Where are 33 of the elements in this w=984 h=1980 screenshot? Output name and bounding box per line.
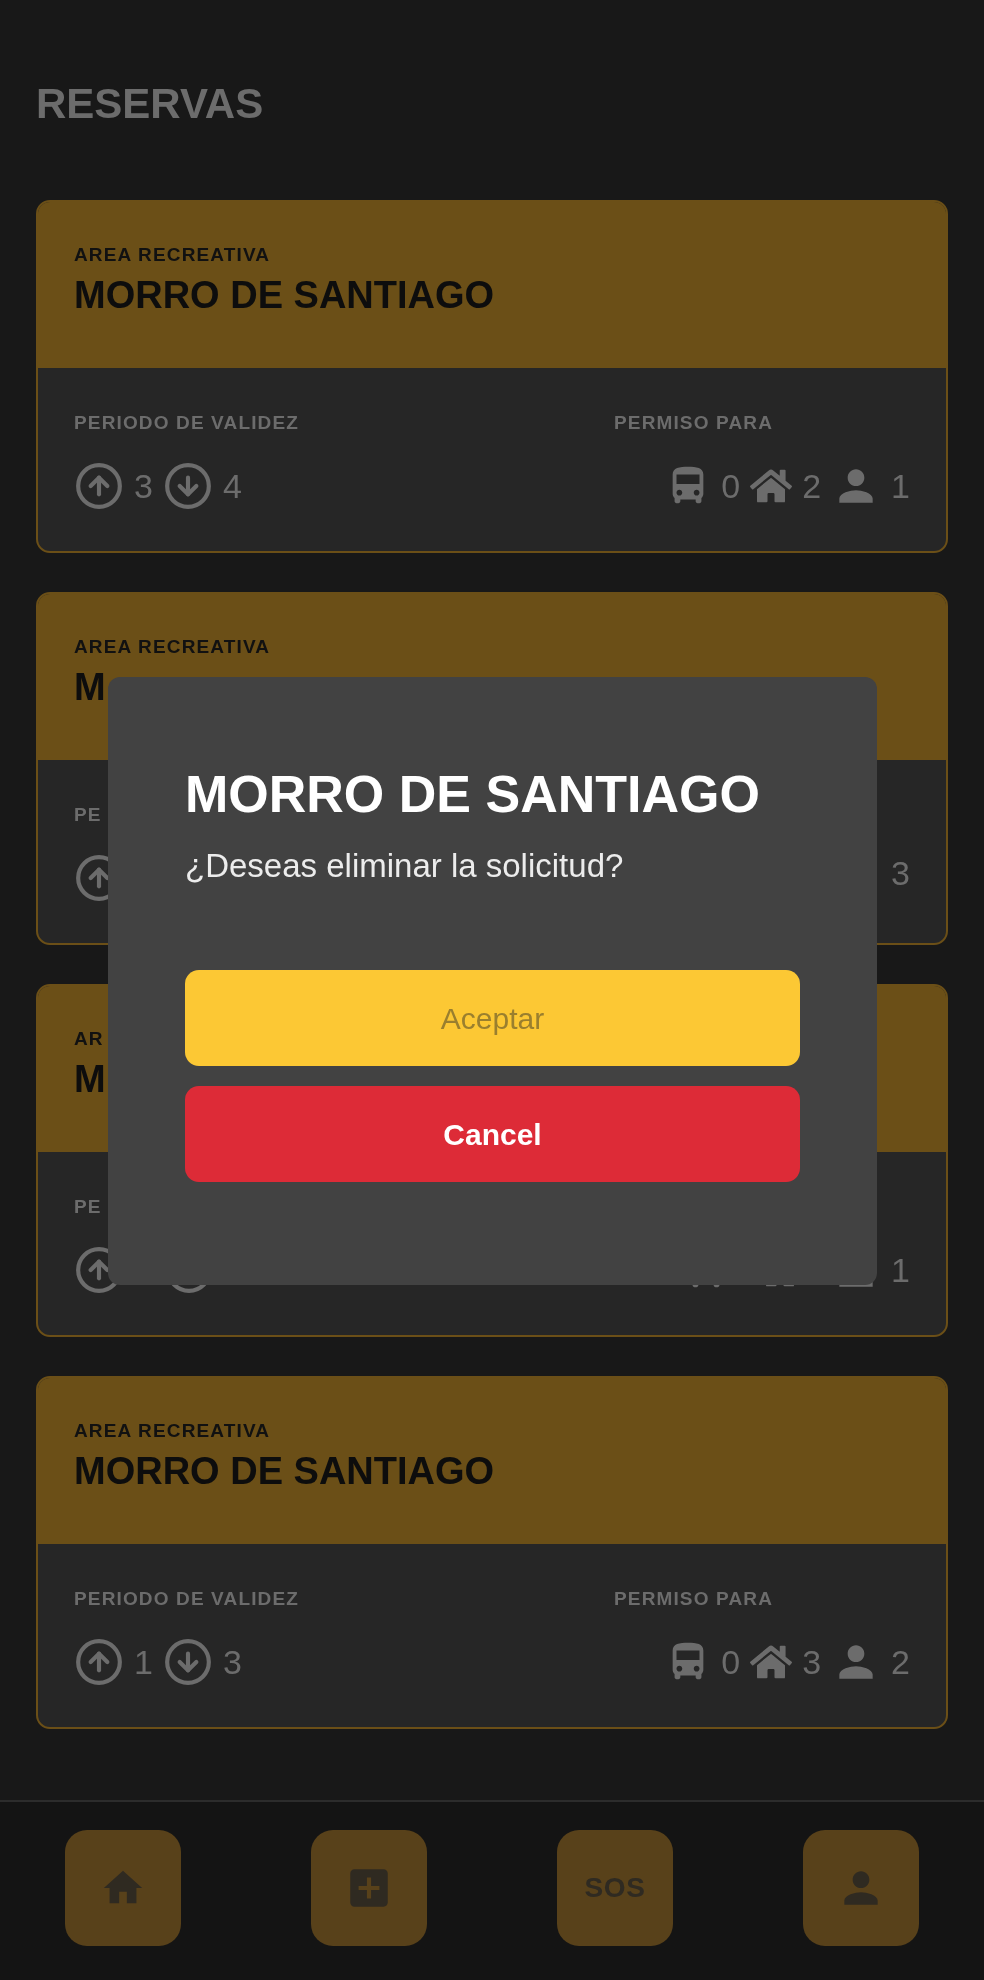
dialog-message: ¿Deseas eliminar la solicitud? bbox=[185, 846, 625, 886]
count-text: 2 bbox=[802, 466, 822, 506]
place-title: MORRO DE SANTIAGO bbox=[74, 1449, 496, 1494]
count-text: 1 bbox=[891, 466, 910, 506]
place-title: M bbox=[74, 665, 107, 710]
count-text: 1 bbox=[891, 1250, 910, 1290]
count-text: 3 bbox=[222, 1642, 242, 1682]
count-text: 3 bbox=[891, 853, 910, 893]
count-text: 3 bbox=[802, 1642, 822, 1682]
count-text: 3 bbox=[134, 466, 153, 506]
validity-label: PE bbox=[74, 804, 103, 826]
validity-label: PERIODO DE VALIDEZ bbox=[74, 1588, 299, 1610]
category-label: AREA RECREATIVA bbox=[74, 636, 272, 658]
permit-label: PERMISO PARA bbox=[614, 412, 773, 434]
count-text: 4 bbox=[222, 466, 242, 506]
place-title: M bbox=[74, 1057, 107, 1102]
count-text: 2 bbox=[891, 1642, 910, 1682]
dialog-title: MORRO DE SANTIAGO bbox=[185, 764, 761, 824]
category-label: AR bbox=[74, 1028, 105, 1050]
category-label: AREA RECREATIVA bbox=[74, 244, 272, 266]
reservation-card[interactable]: AREA RECREATIVA MORRO DE SANTIAGO PERIODO DE VALIDEZ 3 4 PERMISO PARA 0 2 1 bbox=[36, 200, 948, 553]
page-title: RESERVAS bbox=[36, 80, 265, 128]
validity-label: PE bbox=[74, 1196, 103, 1218]
permit-label: PERMISO PARA bbox=[614, 1588, 773, 1610]
place-title: MORRO DE SANTIAGO bbox=[74, 273, 496, 318]
reservation-card[interactable]: AREA RECREATIVA MORRO DE SANTIAGO PERIODO DE VALIDEZ 1 3 PERMISO PARA 0 3 2 bbox=[36, 1376, 948, 1729]
count-text: 0 bbox=[721, 466, 741, 506]
accept-button[interactable]: Aceptar bbox=[185, 970, 800, 1066]
count-text: 1 bbox=[134, 1642, 153, 1682]
validity-label: PERIODO DE VALIDEZ bbox=[74, 412, 299, 434]
count-text: 0 bbox=[721, 1642, 741, 1682]
cancel-button[interactable]: Cancel bbox=[185, 1086, 800, 1182]
category-label: AREA RECREATIVA bbox=[74, 1420, 272, 1442]
